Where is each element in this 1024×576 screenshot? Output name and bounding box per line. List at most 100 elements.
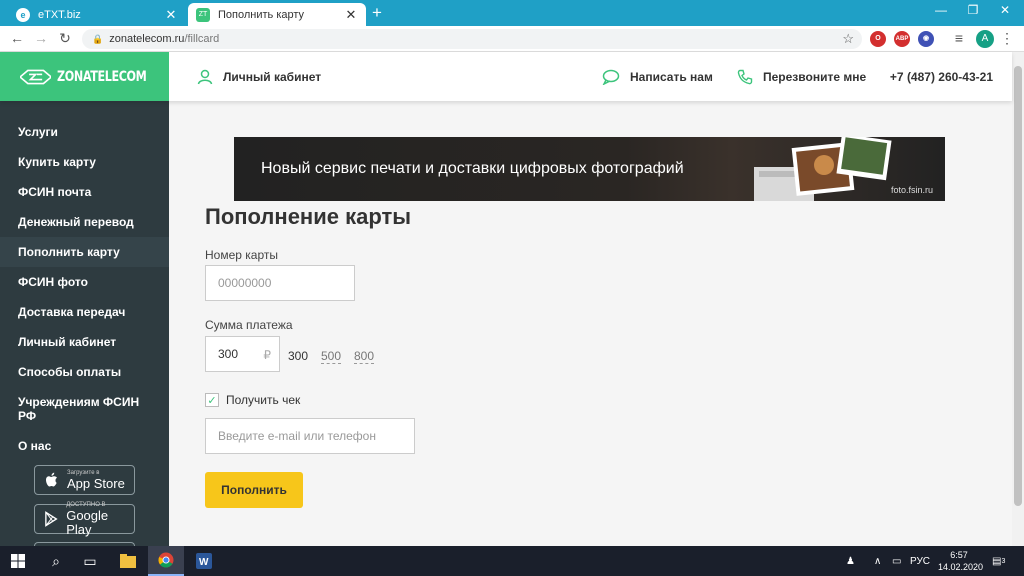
banner-photos-image (754, 137, 892, 201)
callback-label: Перезвоните мне (763, 69, 867, 84)
user-icon (197, 69, 213, 84)
system-clock[interactable]: 6:57 14.02.2020 (938, 549, 984, 573)
sidebar-item[interactable]: Услуги (0, 117, 169, 147)
tab-title: Пополнить карту (218, 8, 305, 21)
url-domain: zonatelecom.ru (109, 33, 185, 45)
phone-icon (737, 69, 753, 84)
minimize-icon[interactable]: — (926, 3, 956, 17)
sidebar-item[interactable]: Пополнить карту (0, 237, 169, 267)
forward-icon[interactable]: → (32, 30, 50, 46)
zonatelecom-logo-icon (20, 69, 52, 84)
google-play-icon (45, 511, 58, 527)
close-window-icon[interactable]: ✕ (990, 3, 1020, 17)
sidebar-item[interactable]: ФСИН почта (0, 177, 169, 207)
network-icon[interactable]: ▭ (892, 546, 901, 576)
browser-menu-icon[interactable]: ⋮ (1000, 30, 1014, 47)
sidebar-item[interactable]: О нас (0, 431, 169, 461)
notifications-icon[interactable]: ▤ 3 (992, 546, 1005, 576)
adblock-extension-icon[interactable]: ABP (894, 31, 910, 47)
address-bar-row: ← → ↻ 🔒 zonatelecom.ru/fillcard ☆ O ABP … (0, 26, 1024, 52)
site-header: ZONATELECOM Личный кабинет Написать нам … (0, 52, 1012, 101)
tab-fillcard[interactable]: ZT Пополнить карту ✕ (188, 3, 366, 26)
sidebar-item[interactable]: Личный кабинет (0, 327, 169, 357)
bookmark-star-icon[interactable]: ☆ (842, 31, 854, 47)
app-store-label: App Store (67, 475, 125, 491)
amount-input[interactable]: 300 ₽ (205, 336, 280, 372)
main-content: Новый сервис печати и доставки цифровых … (169, 101, 1012, 546)
sidebar-item[interactable]: Учреждениям ФСИН РФ (0, 387, 169, 431)
preset-amount-500[interactable]: 500 (321, 349, 342, 364)
reload-icon[interactable]: ↻ (56, 30, 74, 47)
tab-etxt[interactable]: e eTXT.biz ✕ (8, 3, 186, 26)
app-store-button[interactable]: Загрузите в App Store (34, 465, 135, 495)
task-view-icon[interactable]: ▭ (72, 546, 108, 576)
browser-tab-strip: e eTXT.biz ✕ ZT Пополнить карту ✕ + — ❐ … (0, 0, 1024, 26)
etxt-favicon-icon: e (16, 7, 30, 22)
search-icon[interactable]: ⌕ (38, 546, 74, 576)
banner-text: Новый сервис печати и доставки цифровых … (261, 160, 684, 177)
account-link[interactable]: Личный кабинет (197, 52, 321, 101)
svg-text:W: W (199, 557, 209, 568)
google-play-button[interactable]: ДОСТУПНО В Google Play (34, 502, 135, 537)
profile-avatar[interactable]: A (976, 30, 994, 48)
photo-service-banner[interactable]: Новый сервис печати и доставки цифровых … (234, 137, 945, 201)
contact-input[interactable]: Введите e-mail или телефон (205, 418, 415, 454)
windows-taskbar: ⌕ ▭ W ♟ ∧ ▭ РУС 6:57 14.02.2020 ▤ 3 (0, 546, 1024, 576)
receipt-label: Получить чек (226, 393, 301, 407)
site-logo[interactable]: ZONATELECOM (0, 52, 169, 101)
scrollbar-thumb[interactable] (1014, 66, 1022, 506)
page-scrollbar[interactable] (1012, 52, 1024, 546)
receipt-checkbox[interactable]: ✓ (205, 393, 219, 407)
lock-icon: 🔒 (92, 33, 104, 44)
banner-url: foto.fsin.ru (890, 185, 933, 195)
url-path: /fillcard (184, 33, 220, 45)
new-tab-button[interactable]: + (372, 4, 382, 22)
media-list-icon[interactable]: ≡ (950, 30, 968, 46)
sidebar-item[interactable]: ФСИН фото (0, 267, 169, 297)
tab-title: eTXT.biz (38, 8, 81, 21)
chat-icon (602, 69, 620, 85)
callback-link[interactable]: Перезвоните мне (737, 52, 866, 101)
chrome-taskbar-icon[interactable] (148, 546, 184, 576)
submit-button[interactable]: Пополнить (205, 472, 303, 508)
preset-amount-800[interactable]: 800 (354, 349, 375, 364)
amount-value: 300 (218, 347, 239, 361)
opera-extension-icon[interactable]: O (870, 31, 886, 47)
sidebar-menu: Услуги Купить карту ФСИН почта Денежный пер… (0, 117, 169, 461)
receipt-option[interactable]: ✓ Получить чек (205, 393, 300, 407)
clock-time: 6:57 (950, 550, 968, 560)
card-number-label: Номер карты (205, 248, 278, 262)
windows-start-icon[interactable] (0, 546, 36, 576)
word-taskbar-icon[interactable]: W (186, 546, 222, 576)
sidebar-item[interactable]: Денежный перевод (0, 207, 169, 237)
tray-chevron-icon[interactable]: ∧ (874, 546, 881, 576)
language-indicator[interactable]: РУС (910, 546, 930, 576)
sidebar-item[interactable]: Доставка передач (0, 297, 169, 327)
google-play-label: Google Play (66, 507, 109, 537)
card-number-input[interactable]: 00000000 (205, 265, 355, 301)
url-input[interactable]: 🔒 zonatelecom.ru/fillcard ☆ (82, 29, 862, 49)
back-icon[interactable]: ← (8, 30, 26, 46)
write-us-link[interactable]: Написать нам (602, 52, 713, 101)
phone-number[interactable]: +7 (487) 260-43-21 (890, 52, 993, 101)
globe-extension-icon[interactable]: ◉ (918, 31, 934, 47)
sidebar-nav: Услуги Купить карту ФСИН почта Денежный пер… (0, 101, 169, 546)
logo-text: ZONATELECOM (57, 68, 147, 85)
apple-icon (46, 472, 57, 487)
people-icon[interactable]: ♟ (846, 546, 855, 576)
account-label: Личный кабинет (223, 69, 322, 84)
clock-date: 14.02.2020 (938, 562, 984, 572)
write-us-label: Написать нам (630, 69, 713, 84)
close-tab-icon[interactable]: ✕ (164, 7, 178, 23)
zonatelecom-favicon-icon: ZT (196, 7, 210, 22)
ruble-icon: ₽ (263, 348, 271, 362)
notification-count: 3 (1001, 557, 1006, 565)
restore-icon[interactable]: ❐ (958, 3, 988, 17)
sidebar-item[interactable]: Способы оплаты (0, 357, 169, 387)
file-explorer-icon[interactable] (110, 546, 146, 576)
page-title: Пополнение карты (205, 204, 412, 229)
close-tab-icon[interactable]: ✕ (344, 7, 358, 23)
amount-label: Сумма платежа (205, 318, 293, 332)
preset-amount-300[interactable]: 300 (288, 349, 308, 363)
sidebar-item[interactable]: Купить карту (0, 147, 169, 177)
